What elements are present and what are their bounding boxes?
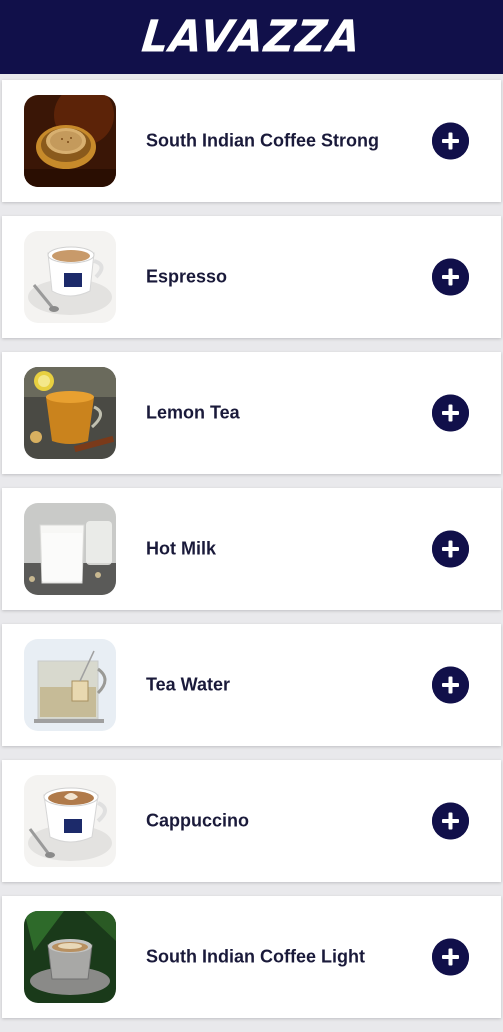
menu-item-name: Espresso [146, 266, 228, 287]
tea-water-image [24, 639, 116, 731]
drink-menu-list: South Indian Coffee Strong Espresso Lemo… [0, 80, 503, 1032]
menu-item-south-indian-coffee-strong[interactable]: South Indian Coffee Strong [2, 80, 501, 202]
add-button[interactable] [432, 666, 469, 704]
hot-milk-image [24, 503, 116, 595]
plus-icon [432, 802, 469, 840]
menu-item-name: Tea Water [146, 674, 231, 695]
menu-item-name: Cappuccino [146, 810, 250, 831]
add-button[interactable] [432, 394, 469, 432]
cappuccino-image [24, 775, 116, 867]
espresso-image [24, 231, 116, 323]
add-button[interactable] [432, 122, 469, 160]
add-button[interactable] [432, 530, 469, 568]
add-button[interactable] [432, 938, 469, 976]
plus-icon [432, 530, 469, 568]
lavazza-logo: LAVAZZA [139, 11, 363, 62]
menu-item-name: Hot Milk [146, 538, 216, 559]
menu-item-lemon-tea[interactable]: Lemon Tea [2, 352, 501, 474]
plus-icon [432, 122, 469, 160]
menu-item-cappuccino[interactable]: Cappuccino [2, 760, 501, 882]
menu-item-espresso[interactable]: Espresso [2, 216, 501, 338]
south-indian-coffee-strong-image [24, 95, 116, 187]
south-indian-coffee-light-image [24, 911, 116, 1003]
plus-icon [432, 938, 469, 976]
lemon-tea-image [24, 367, 116, 459]
app-header: LAVAZZA [0, 0, 503, 74]
add-button[interactable] [432, 258, 469, 296]
add-button[interactable] [432, 802, 469, 840]
menu-item-name: Lemon Tea [146, 402, 240, 423]
menu-item-name: South Indian Coffee Light [146, 946, 365, 967]
menu-item-name: South Indian Coffee Strong [146, 130, 379, 151]
plus-icon [432, 666, 469, 704]
menu-item-tea-water[interactable]: Tea Water [2, 624, 501, 746]
brand-name: LAVAZZA [139, 10, 364, 63]
plus-icon [432, 258, 469, 296]
menu-item-hot-milk[interactable]: Hot Milk [2, 488, 501, 610]
plus-icon [432, 394, 469, 432]
